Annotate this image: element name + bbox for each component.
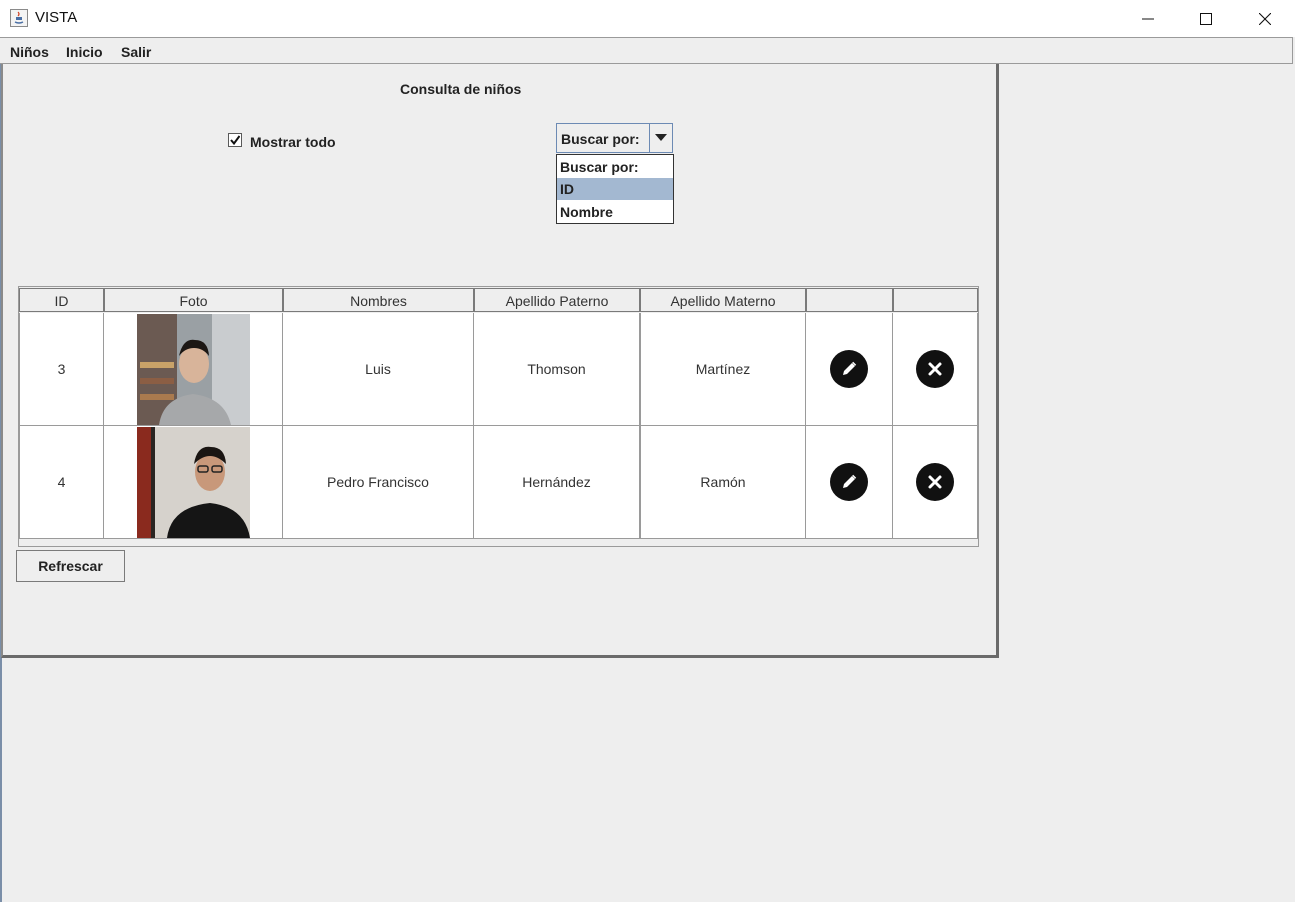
col-header-nombres[interactable]: Nombres bbox=[283, 288, 474, 312]
combo-selected-value: Buscar por: bbox=[561, 131, 640, 147]
cell-delete bbox=[893, 313, 978, 426]
cell-apellido-materno: Martínez bbox=[640, 313, 806, 426]
pencil-icon bbox=[843, 361, 857, 375]
menu-inicio[interactable]: Inicio bbox=[66, 44, 103, 60]
cell-apellido-materno: Ramón bbox=[640, 426, 806, 539]
search-by-combo[interactable]: Buscar por: bbox=[556, 123, 673, 153]
maximize-icon bbox=[1200, 12, 1212, 25]
window-title: VISTA bbox=[35, 9, 78, 26]
menu-bar: Niños Inicio Salir bbox=[0, 37, 1293, 64]
minimize-button[interactable] bbox=[1119, 0, 1177, 37]
col-header-id[interactable]: ID bbox=[19, 288, 104, 312]
dropdown-option-id[interactable]: ID bbox=[557, 178, 673, 200]
maximize-button[interactable] bbox=[1177, 0, 1235, 37]
col-header-foto[interactable]: Foto bbox=[104, 288, 283, 312]
show-all-checkbox[interactable] bbox=[228, 133, 242, 147]
cell-id: 3 bbox=[19, 313, 104, 426]
cell-nombres: Pedro Francisco bbox=[283, 426, 474, 539]
java-app-icon bbox=[10, 9, 28, 27]
combo-arrow-button[interactable] bbox=[649, 124, 673, 152]
edit-button[interactable] bbox=[830, 463, 868, 501]
cell-apellido-paterno: Hernández bbox=[474, 426, 640, 539]
menu-ninos[interactable]: Niños bbox=[10, 44, 49, 60]
col-header-apellido-paterno[interactable]: Apellido Paterno bbox=[474, 288, 640, 312]
child-photo bbox=[136, 313, 250, 425]
chevron-down-icon bbox=[655, 134, 667, 141]
search-by-dropdown: Buscar por: ID Nombre bbox=[556, 154, 674, 224]
delete-button[interactable] bbox=[916, 463, 954, 501]
cell-edit bbox=[806, 426, 893, 539]
child-photo bbox=[136, 426, 250, 538]
minimize-icon bbox=[1142, 18, 1154, 19]
col-header-delete[interactable] bbox=[893, 288, 978, 312]
show-all-label[interactable]: Mostrar todo bbox=[250, 134, 336, 150]
checkmark-icon bbox=[230, 135, 240, 145]
cell-delete bbox=[893, 426, 978, 539]
cell-nombres: Luis bbox=[283, 313, 474, 426]
col-header-apellido-materno[interactable]: Apellido Materno bbox=[640, 288, 806, 312]
cell-id: 4 bbox=[19, 426, 104, 539]
dropdown-option-buscar[interactable]: Buscar por: bbox=[557, 156, 673, 178]
cell-edit bbox=[806, 313, 893, 426]
close-icon bbox=[1259, 12, 1271, 25]
delete-button[interactable] bbox=[916, 350, 954, 388]
close-circle-icon bbox=[928, 362, 942, 376]
col-header-edit[interactable] bbox=[806, 288, 893, 312]
cell-photo bbox=[104, 313, 283, 426]
page-title: Consulta de niños bbox=[400, 81, 522, 97]
refresh-button[interactable]: Refrescar bbox=[16, 550, 125, 582]
edit-button[interactable] bbox=[830, 350, 868, 388]
menu-salir[interactable]: Salir bbox=[121, 44, 151, 60]
cell-photo bbox=[104, 426, 283, 539]
dropdown-option-nombre[interactable]: Nombre bbox=[557, 201, 673, 223]
pencil-icon bbox=[843, 474, 857, 488]
close-circle-icon bbox=[928, 475, 942, 489]
window-titlebar: VISTA bbox=[0, 0, 1295, 37]
close-window-button[interactable] bbox=[1236, 0, 1294, 37]
cell-apellido-paterno: Thomson bbox=[474, 313, 640, 426]
